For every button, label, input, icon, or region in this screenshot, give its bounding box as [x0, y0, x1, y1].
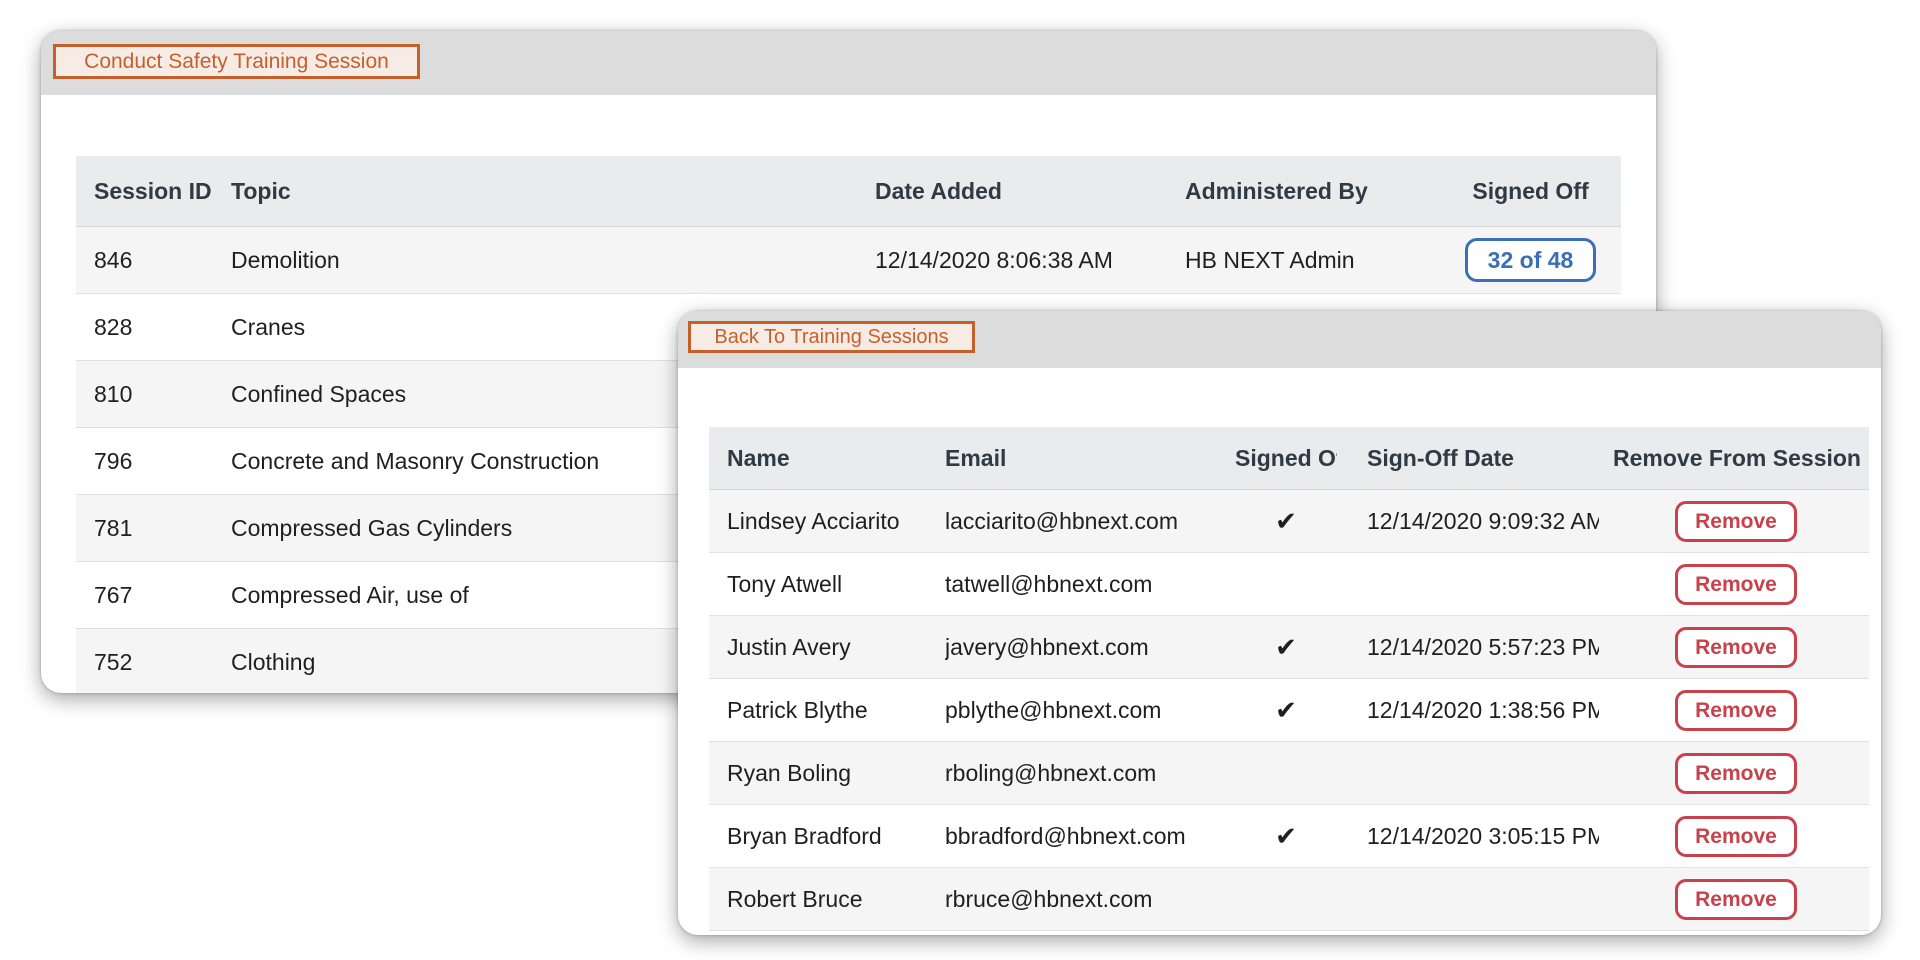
attendee-email: rboling@hbnext.com [945, 759, 1157, 786]
table-row: Ryan Boling rboling@hbnext.com Remove [709, 742, 1869, 805]
table-row: Patrick Blythe pblythe@hbnext.com ✔ 12/14/2… [709, 679, 1869, 742]
attendee-signed-off-cell: ✔ [1235, 632, 1337, 663]
session-id: 828 [94, 313, 133, 340]
attendee-remove-cell: Remove [1599, 878, 1869, 920]
table-header-row: Name Email Signed Off Sign-Off Date Remo… [709, 427, 1869, 490]
column-header-name[interactable]: Name [709, 445, 945, 472]
checkmark-icon: ✔ [1275, 631, 1297, 662]
session-administered-by: HB NEXT Admin [1185, 246, 1355, 273]
attendee-name: Tony Atwell [727, 570, 843, 597]
attendee-email: tatwell@hbnext.com [945, 570, 1153, 597]
checkmark-icon: ✔ [1275, 694, 1297, 725]
attendee-email: rbruce@hbnext.com [945, 885, 1153, 912]
remove-button[interactable]: Remove [1675, 752, 1797, 794]
table-row: Tony Atwell tatwell@hbnext.com Remove [709, 553, 1869, 616]
attendee-email: pblythe@hbnext.com [945, 696, 1162, 723]
attendee-sign-off-date: 12/14/2020 9:09:32 AM [1367, 507, 1599, 534]
session-id: 846 [94, 246, 133, 273]
attendee-email: bbradford@hbnext.com [945, 822, 1186, 849]
session-signed-off-cell: 32 of 48 [1440, 238, 1621, 282]
attendees-panel-header: Back To Training Sessions [678, 311, 1881, 368]
column-header-remove-from-session: Remove From Session [1613, 444, 1861, 471]
session-date-added: 12/14/2020 8:06:38 AM [875, 246, 1113, 273]
table-row: Lindsey Acciarito lacciarito@hbnext.com ✔ 1… [709, 490, 1869, 553]
column-header-date-added[interactable]: Date Added [875, 178, 1185, 205]
remove-button[interactable]: Remove [1675, 815, 1797, 857]
attendee-remove-cell: Remove [1599, 689, 1869, 731]
signed-off-count-badge[interactable]: 32 of 48 [1465, 238, 1596, 282]
attendee-sign-off-date: 12/14/2020 5:57:23 PM [1367, 633, 1599, 660]
session-id: 810 [94, 380, 133, 407]
attendee-name: Robert Bruce [727, 885, 863, 912]
session-attendees-table: Name Email Signed Off Sign-Off Date Remo… [709, 427, 1869, 931]
attendee-email: javery@hbnext.com [945, 633, 1149, 660]
checkmark-icon: ✔ [1275, 505, 1297, 536]
attendee-name: Patrick Blythe [727, 696, 868, 723]
remove-button[interactable]: Remove [1675, 563, 1797, 605]
conduct-safety-training-session-button[interactable]: Conduct Safety Training Session [53, 44, 420, 79]
remove-button[interactable]: Remove [1675, 626, 1797, 668]
session-id: 796 [94, 447, 133, 474]
remove-button[interactable]: Remove [1675, 500, 1797, 542]
session-id: 767 [94, 581, 133, 608]
column-header-signed-off[interactable]: Signed Off [1440, 178, 1621, 205]
attendee-remove-cell: Remove [1599, 815, 1869, 857]
table-row[interactable]: 846 Demolition 12/14/2020 8:06:38 AM HB NEX… [76, 227, 1621, 294]
column-header-sign-off-date[interactable]: Sign-Off Date [1337, 445, 1599, 472]
attendee-sign-off-date: 12/14/2020 1:38:56 PM [1367, 696, 1599, 723]
column-header-email[interactable]: Email [945, 445, 1235, 472]
column-header-topic[interactable]: Topic [231, 178, 875, 205]
remove-button[interactable]: Remove [1675, 878, 1797, 920]
column-header-signed-off[interactable]: Signed Off [1235, 445, 1337, 472]
attendee-name: Lindsey Acciarito [727, 507, 900, 534]
session-topic: Demolition [231, 246, 340, 273]
attendee-remove-cell: Remove [1599, 626, 1869, 668]
session-id: 752 [94, 648, 133, 675]
column-header-administered-by[interactable]: Administered By [1185, 178, 1440, 205]
session-id: 781 [94, 514, 133, 541]
attendee-name: Bryan Bradford [727, 822, 882, 849]
attendee-name: Ryan Boling [727, 759, 852, 786]
attendee-remove-cell: Remove [1599, 500, 1869, 542]
table-row: Justin Avery javery@hbnext.com ✔ 12/14/2020… [709, 616, 1869, 679]
attendee-email: lacciarito@hbnext.com [945, 507, 1178, 534]
attendee-sign-off-date: 12/14/2020 3:05:15 PM [1367, 822, 1599, 849]
attendee-name: Justin Avery [727, 633, 851, 660]
attendee-signed-off-cell: ✔ [1235, 506, 1337, 537]
table-row: Bryan Bradford bbradford@hbnext.com ✔ 12/14… [709, 805, 1869, 868]
attendee-remove-cell: Remove [1599, 563, 1869, 605]
back-to-training-sessions-button[interactable]: Back To Training Sessions [688, 321, 975, 353]
checkmark-icon: ✔ [1275, 820, 1297, 851]
table-row: Robert Bruce rbruce@hbnext.com Remove [709, 868, 1869, 931]
table-header-row: Session ID Topic Date Added Administered… [76, 156, 1621, 227]
attendee-remove-cell: Remove [1599, 752, 1869, 794]
remove-button[interactable]: Remove [1675, 689, 1797, 731]
sessions-panel-header: Conduct Safety Training Session [41, 31, 1656, 95]
column-header-session-id[interactable]: Session ID [76, 178, 231, 205]
attendee-signed-off-cell: ✔ [1235, 821, 1337, 852]
attendee-signed-off-cell: ✔ [1235, 695, 1337, 726]
session-attendees-panel: Back To Training Sessions Name Email Sig… [678, 311, 1881, 935]
